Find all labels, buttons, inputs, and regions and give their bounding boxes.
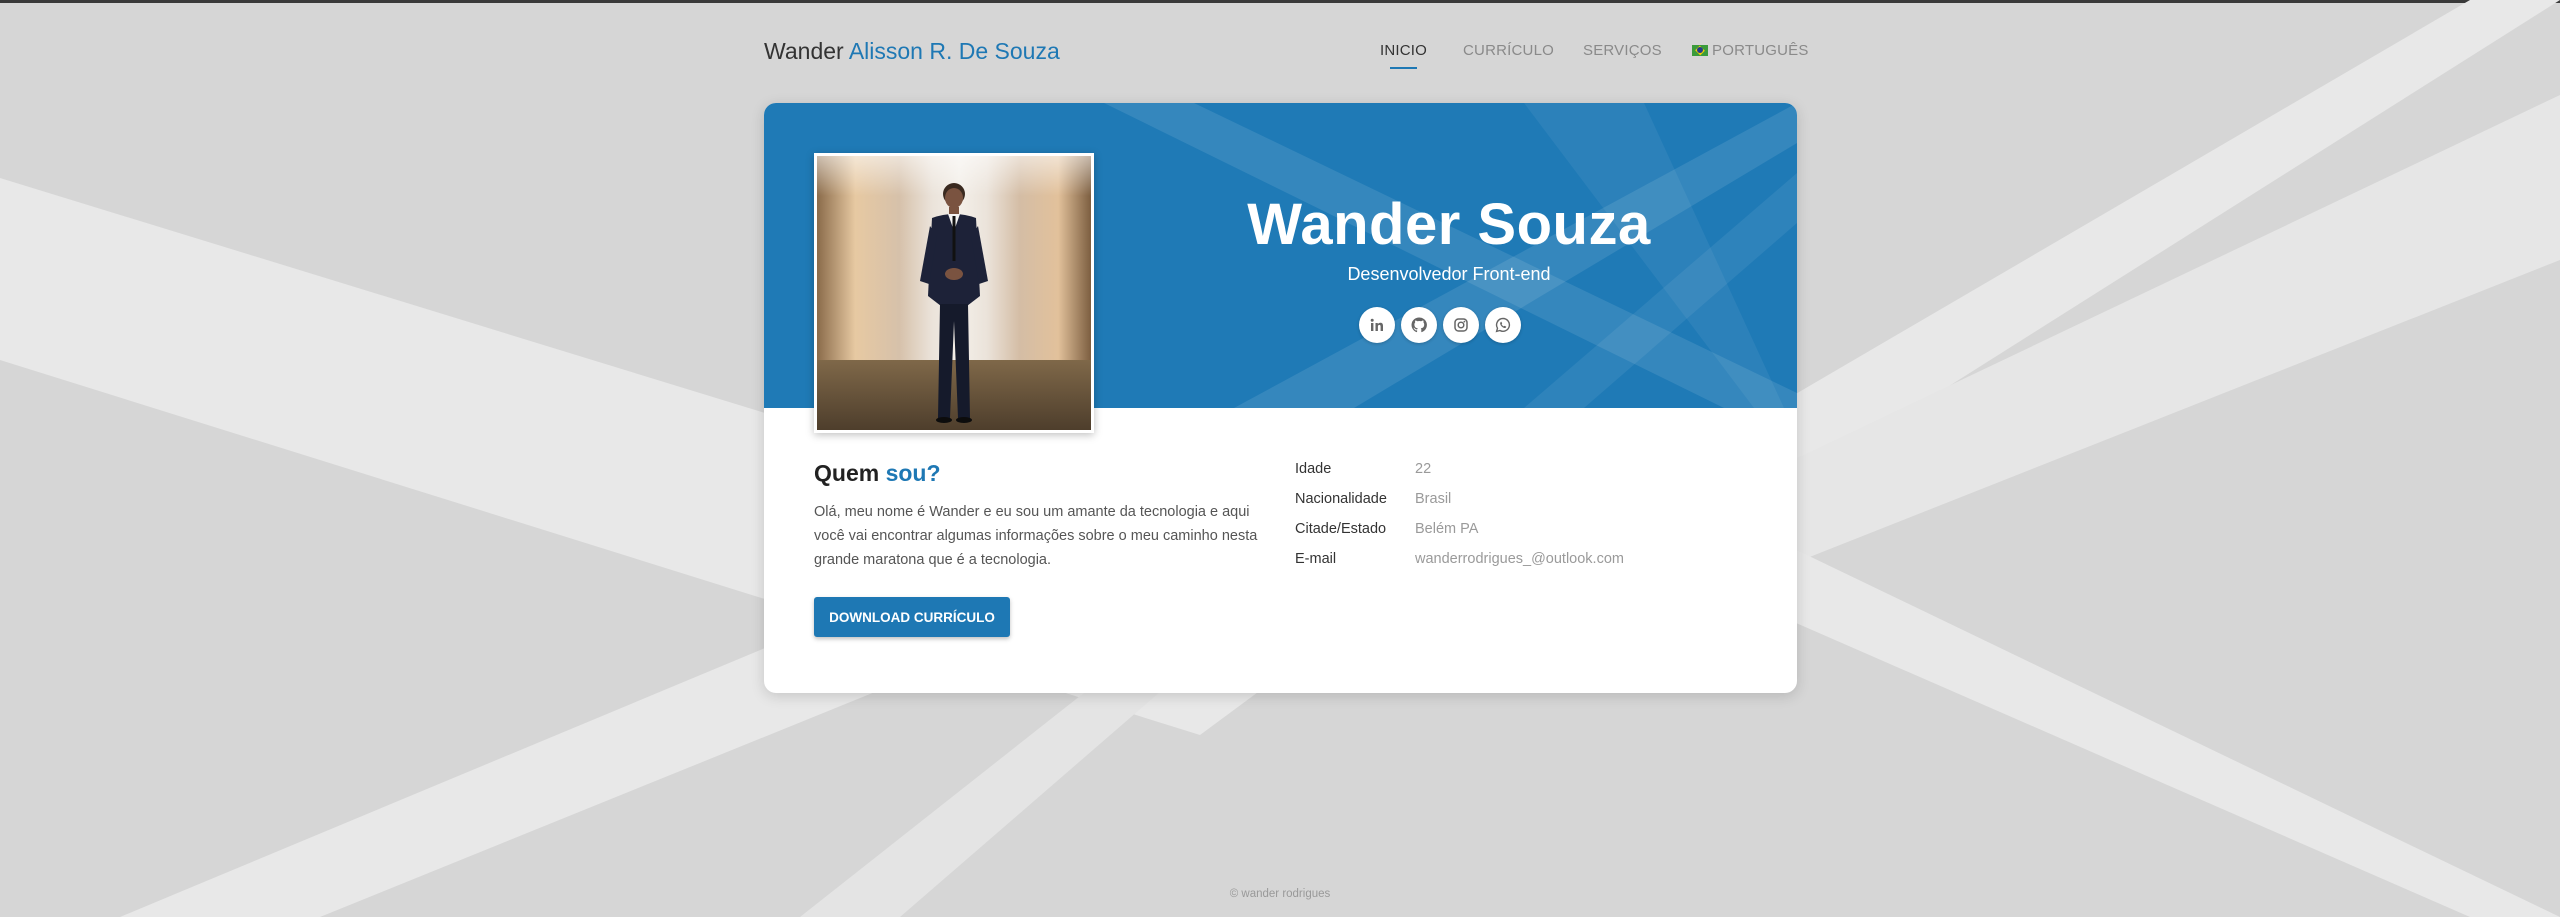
footer-copyright: © wander rodrigues bbox=[1229, 888, 1331, 900]
linkedin-button[interactable] bbox=[1359, 307, 1395, 343]
hero-role: Desenvolvedor Front-end bbox=[1347, 264, 1551, 284]
info-value: 22 bbox=[1415, 461, 1432, 477]
download-cv-button[interactable]: DOWNLOAD CURRÍCULO bbox=[814, 597, 1010, 637]
about-title-plain: Quem bbox=[814, 460, 880, 486]
instagram-icon bbox=[1454, 318, 1468, 332]
language-selector[interactable]: PORTUGUÊS bbox=[1692, 42, 1809, 59]
info-row-nationality: Nacionalidade Brasil bbox=[1295, 491, 1755, 521]
about-description: Olá, meu nome é Wander e eu sou um amant… bbox=[814, 504, 1258, 568]
whatsapp-button[interactable] bbox=[1485, 307, 1521, 343]
about-title: Quem sou? bbox=[814, 460, 941, 487]
info-row-age: Idade 22 bbox=[1295, 461, 1755, 491]
github-icon bbox=[1411, 317, 1427, 333]
profile-card: Wander Souza Desenvolvedor Front-end Que… bbox=[764, 103, 1797, 693]
personal-info-list: Idade 22 Nacionalidade Brasil Citade/Est… bbox=[1295, 461, 1755, 581]
info-value-email[interactable]: wanderrodrigues_@outlook.com bbox=[1415, 551, 1624, 567]
info-label: E-mail bbox=[1295, 551, 1337, 567]
profile-photo-image bbox=[817, 156, 1091, 430]
top-navbar: Wander Alisson R. De Souza INICIO CURRÍC… bbox=[764, 32, 1808, 72]
nav-curriculo[interactable]: CURRÍCULO bbox=[1463, 42, 1554, 59]
nav-servicos[interactable]: SERVIÇOS bbox=[1583, 42, 1662, 59]
language-label: PORTUGUÊS bbox=[1712, 42, 1809, 59]
linkedin-icon bbox=[1370, 318, 1383, 331]
info-value: Brasil bbox=[1415, 491, 1452, 507]
nav-inicio[interactable]: INICIO bbox=[1380, 42, 1427, 69]
brazil-flag-icon bbox=[1692, 44, 1708, 56]
info-label: Idade bbox=[1295, 461, 1332, 477]
brand-logo[interactable]: Wander Alisson R. De Souza bbox=[764, 38, 1060, 65]
profile-photo bbox=[814, 153, 1094, 433]
brand-first-name: Wander bbox=[764, 38, 844, 64]
about-title-accent: sou? bbox=[885, 460, 941, 486]
github-button[interactable] bbox=[1401, 307, 1437, 343]
hero-name: Wander Souza bbox=[1247, 192, 1651, 257]
info-row-email: E-mail wanderrodrigues_@outlook.com bbox=[1295, 551, 1755, 581]
whatsapp-icon bbox=[1495, 317, 1511, 333]
social-links bbox=[1359, 307, 1539, 343]
info-value: Belém PA bbox=[1415, 521, 1479, 537]
info-label: Nacionalidade bbox=[1295, 491, 1387, 507]
info-row-city: Citade/Estado Belém PA bbox=[1295, 521, 1755, 551]
instagram-button[interactable] bbox=[1443, 307, 1479, 343]
person-figure bbox=[920, 183, 988, 423]
info-label: Citade/Estado bbox=[1295, 521, 1387, 537]
brand-full-name: Alisson R. De Souza bbox=[848, 38, 1060, 64]
